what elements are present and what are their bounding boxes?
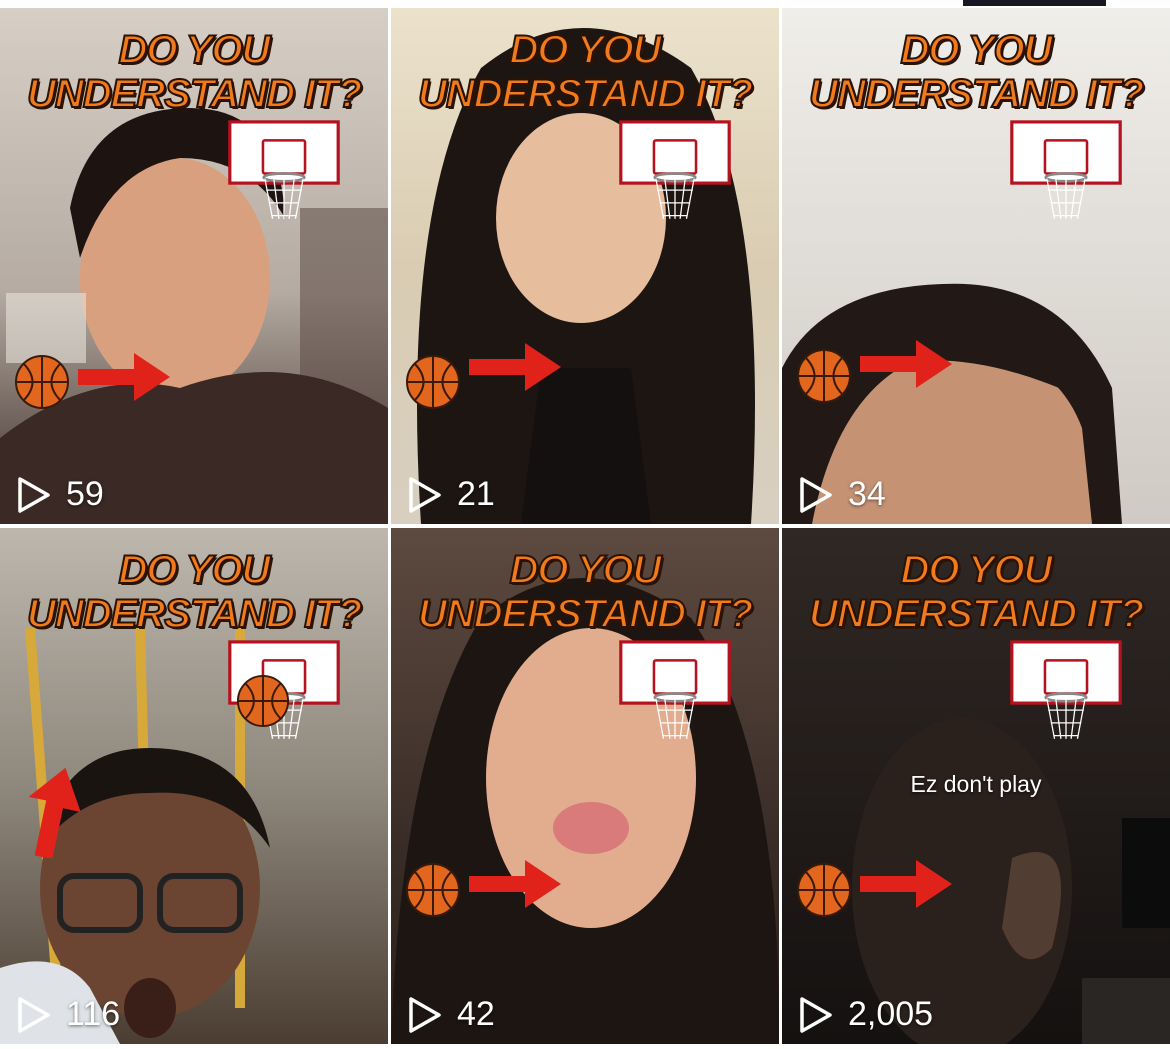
video-caption-overlay: Ez don't play — [910, 771, 1042, 797]
play-icon — [800, 476, 832, 513]
headline-line2: UNDERSTAND IT? — [26, 71, 363, 117]
headline: DO YOU UNDERSTAND IT? — [0, 27, 388, 117]
headline: DO YOU UNDERSTAND IT? — [782, 27, 1170, 117]
basketball-icon — [406, 863, 460, 917]
basketball-icon — [797, 863, 851, 917]
basketball-icon — [797, 349, 851, 403]
video-thumbnail-2[interactable]: DO YOU UNDERSTAND IT? 21 — [391, 8, 779, 524]
headline-line2: UNDERSTAND IT? — [26, 591, 363, 637]
basketball-icon — [406, 355, 460, 409]
headline-line1: DO YOU — [508, 547, 662, 593]
red-arrow-icon — [860, 860, 952, 908]
headline-line2: UNDERSTAND IT? — [808, 71, 1145, 117]
play-icon — [800, 996, 832, 1033]
video-grid: DO YOU UNDERSTAND IT? 59 DO YOU UNDERSTA… — [0, 8, 1170, 1049]
view-count: 59 — [16, 475, 104, 514]
backboard-icon — [1010, 640, 1122, 739]
view-count-value: 2,005 — [848, 995, 934, 1033]
red-arrow-icon — [860, 340, 952, 388]
headline-line1: DO YOU — [117, 547, 271, 593]
backboard-icon — [619, 640, 731, 739]
basketball-icon — [15, 355, 69, 409]
view-count: 34 — [798, 475, 886, 514]
video-thumbnail-6[interactable]: DO YOU UNDERSTAND IT? Ez don't play 2,00… — [782, 528, 1170, 1044]
headline-line1: DO YOU — [508, 27, 662, 73]
view-count-value: 116 — [66, 995, 121, 1033]
basketball-icon — [236, 674, 290, 728]
headline-line1: DO YOU — [899, 27, 1053, 73]
headline-line2: UNDERSTAND IT? — [417, 591, 754, 637]
play-icon — [18, 476, 50, 513]
video-thumbnail-3[interactable]: DO YOU UNDERSTAND IT? 34 — [782, 8, 1170, 524]
view-count-value: 21 — [457, 475, 495, 513]
headline-line1: DO YOU — [899, 547, 1053, 593]
view-count: 21 — [407, 475, 495, 514]
headline-line2: UNDERSTAND IT? — [808, 591, 1145, 637]
headline: DO YOU UNDERSTAND IT? — [782, 547, 1170, 637]
red-arrow-icon — [28, 767, 81, 858]
tab-active-indicator — [963, 0, 1106, 6]
view-count-value: 59 — [66, 475, 104, 513]
view-count: 2,005 — [798, 995, 933, 1034]
red-arrow-icon — [469, 860, 561, 908]
headline-line2: UNDERSTAND IT? — [417, 71, 754, 117]
backboard-icon — [1010, 120, 1122, 219]
view-count-value: 42 — [457, 995, 495, 1033]
view-count: 42 — [407, 995, 495, 1034]
view-count: 116 — [16, 995, 120, 1034]
play-icon — [409, 476, 441, 513]
video-thumbnail-1[interactable]: DO YOU UNDERSTAND IT? 59 — [0, 8, 388, 524]
backboard-icon — [619, 120, 731, 219]
backboard-icon — [228, 120, 340, 219]
video-thumbnail-4[interactable]: DO YOU UNDERSTAND IT? 116 — [0, 528, 388, 1044]
red-arrow-icon — [78, 353, 170, 401]
play-icon — [409, 996, 441, 1033]
view-count-value: 34 — [848, 475, 886, 513]
headline: DO YOU UNDERSTAND IT? — [0, 547, 388, 637]
video-thumbnail-5[interactable]: DO YOU UNDERSTAND IT? 42 — [391, 528, 779, 1044]
play-icon — [18, 996, 50, 1033]
red-arrow-icon — [469, 343, 561, 391]
headline: DO YOU UNDERSTAND IT? — [391, 547, 779, 637]
headline: DO YOU UNDERSTAND IT? — [391, 27, 779, 117]
headline-line1: DO YOU — [117, 27, 271, 73]
